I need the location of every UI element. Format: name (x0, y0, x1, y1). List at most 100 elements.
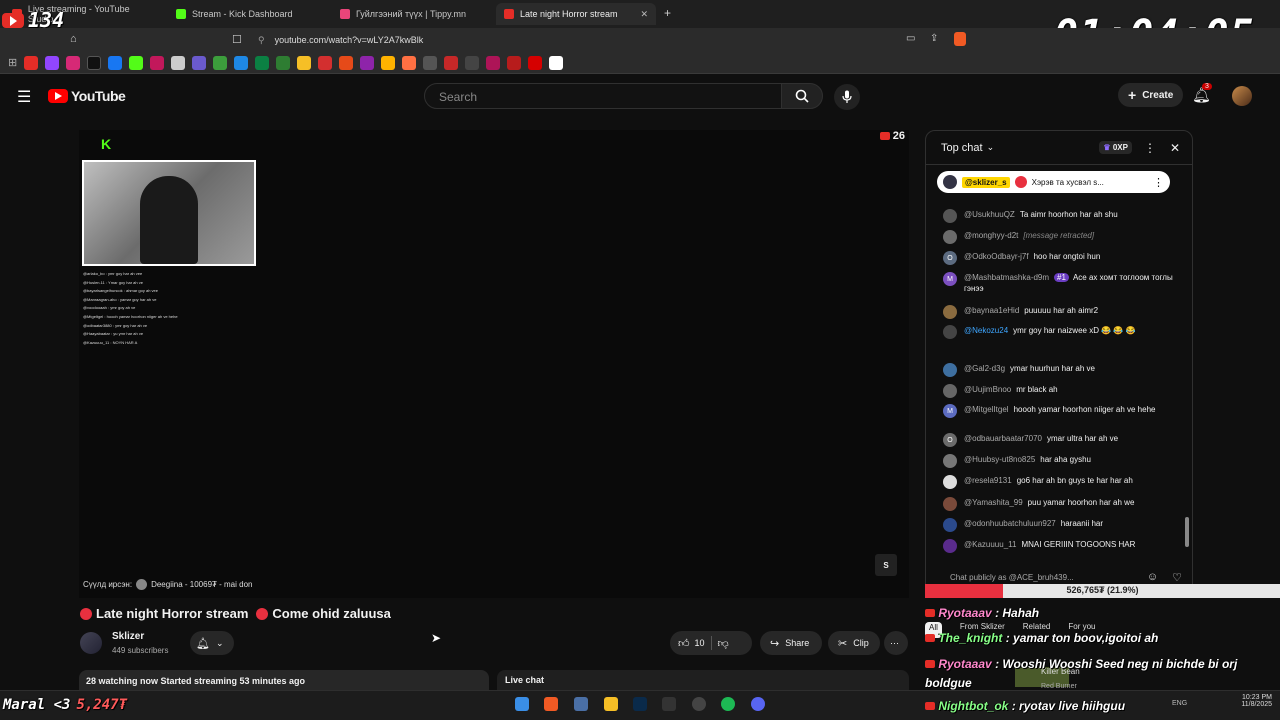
tab-tippy[interactable]: Гуйлгээний түүх | Tippy.mn (332, 3, 492, 25)
chat-scrollbar[interactable] (1184, 167, 1190, 557)
search-button[interactable] (781, 83, 823, 109)
bookmark-purple-icon[interactable] (360, 55, 375, 70)
chat-username[interactable]: @resela9131 (964, 476, 1012, 485)
tab-late-night-horror[interactable]: Late night Horror stream ✕ (496, 3, 656, 25)
bookmark-blue-icon[interactable] (234, 55, 249, 70)
xp-badge[interactable]: ♛ 0XP (1099, 141, 1132, 154)
close-tab-icon[interactable]: ✕ (640, 9, 648, 20)
heart-icon[interactable]: ♡ (1172, 571, 1182, 584)
like-button[interactable]: 👍︎ 10 (678, 637, 705, 650)
thumbs-down-icon[interactable]: 👎︎ (718, 637, 729, 650)
url-field[interactable]: ⚲ youtube.com/watch?v=wLY2A7kwBlk (250, 31, 910, 49)
bookmark-yellow-icon[interactable] (381, 55, 396, 70)
more-vertical-icon[interactable]: ⋮ (1144, 141, 1156, 155)
bookmark-green-icon[interactable] (255, 55, 270, 70)
share-button[interactable]: ↪ Share (760, 631, 822, 655)
bookmark-diamond-icon[interactable] (171, 55, 186, 70)
chat-username[interactable]: @Mashbatmashka-d9m (964, 273, 1049, 282)
thumbs-up-icon: 👍︎ (678, 637, 690, 650)
bookmark-facebook-icon[interactable] (108, 55, 123, 70)
chevron-down-icon[interactable]: ⌄ (987, 142, 995, 153)
bookmark-tiktok-icon[interactable] (87, 55, 102, 70)
new-tab-icon[interactable]: + (664, 6, 671, 20)
bookmark-dark-icon[interactable] (465, 55, 480, 70)
voice-search-button[interactable] (834, 84, 860, 110)
more-actions-button[interactable]: ⋯ (884, 631, 908, 655)
spotify-icon[interactable] (721, 697, 735, 711)
brave-shield-icon[interactable] (954, 32, 966, 46)
chat-username[interactable]: @Yamashita_99 (964, 498, 1023, 507)
like-count: 10 (694, 638, 705, 648)
system-clock[interactable]: 10:23 PM 11/8/2025 (1232, 694, 1272, 708)
bookmark-tippy-icon[interactable] (150, 55, 165, 70)
share-icon[interactable]: ⇪ (930, 33, 938, 44)
chat-username[interactable]: @UsukhuuQZ (964, 210, 1015, 219)
more-vertical-icon[interactable]: ⋮ (1153, 176, 1164, 189)
chat-username[interactable]: @odonhuubatchuluun927 (964, 519, 1056, 528)
channel-name[interactable]: Sklizer (112, 631, 144, 642)
bookmark-r-icon[interactable] (528, 55, 543, 70)
brave-taskbar-icon[interactable] (544, 697, 558, 711)
chat-input[interactable]: Chat publicly as @ACE_bruh439... (950, 573, 1074, 582)
chat-mode-selector[interactable]: Top chat (941, 142, 983, 154)
windows-start-icon[interactable] (515, 697, 529, 711)
video-player[interactable]: K @arlako_bo : ymr goy har ah vee @Husle… (79, 130, 909, 598)
menu-icon[interactable]: ☰ (17, 87, 31, 107)
bookmark-spotify-icon[interactable] (276, 55, 291, 70)
discord-icon[interactable] (751, 697, 765, 711)
youtube-icon (925, 702, 935, 710)
search-input[interactable]: Search (424, 83, 782, 109)
chat-username[interactable]: @MitgelItgel (964, 405, 1009, 414)
channel-avatar[interactable] (80, 632, 102, 654)
live-app-icon[interactable] (662, 697, 676, 711)
pinned-avatar (943, 175, 957, 189)
bookmark-orange-icon[interactable] (402, 55, 417, 70)
bookmark-pink-icon[interactable] (486, 55, 501, 70)
chat-username[interactable]: @Kazuuuu_11 (964, 540, 1016, 549)
live-chat-replay-bar[interactable]: Live chat (497, 670, 909, 690)
bookmark-red2-icon[interactable] (444, 55, 459, 70)
close-chat-icon[interactable]: ✕ (1170, 141, 1180, 155)
tab-kick-dashboard[interactable]: Stream - Kick Dashboard (168, 3, 328, 25)
subscription-bell-button[interactable]: 🔔︎ ⌄ (190, 631, 234, 655)
emoji-icon[interactable]: ☺ (1147, 571, 1158, 583)
file-explorer-icon[interactable] (604, 697, 618, 711)
bookmark-gray-icon[interactable] (423, 55, 438, 70)
bookmark-hd-icon[interactable] (339, 55, 354, 70)
language-indicator[interactable]: ENG (1172, 700, 1187, 707)
chat-username[interactable]: @Huubsy-ut8no825 (964, 455, 1035, 464)
chat-username[interactable]: @UujimBnoo (964, 385, 1011, 394)
cast-icon[interactable]: ▭ (906, 33, 915, 44)
notifications-button[interactable]: 🔔︎ 3 (1192, 83, 1212, 105)
home-icon[interactable]: ⌂ (70, 33, 77, 45)
bookmark-kick-icon[interactable] (129, 55, 144, 70)
chat-username[interactable]: @baynaa1eHid (964, 306, 1019, 315)
chat-username[interactable]: @monghyy-d2t (964, 231, 1018, 240)
bookmark-icon[interactable]: ☐ (232, 33, 242, 46)
create-button[interactable]: + Create (1118, 83, 1184, 107)
bookmark-grid-icon[interactable] (507, 55, 522, 70)
scrollbar-thumb[interactable] (1185, 517, 1189, 547)
app-taskbar-icon[interactable] (574, 697, 588, 711)
bookmark-twitch-icon[interactable] (45, 55, 60, 70)
clip-button[interactable]: ✂ Clip (828, 631, 880, 655)
chat-username[interactable]: @Nekozu24 (964, 326, 1008, 335)
donation-goal-bar: 526,765₮ (21.9%) (925, 584, 1280, 598)
obs-icon[interactable] (692, 697, 706, 711)
bookmark-youtube-icon[interactable] (24, 55, 39, 70)
youtube-logo[interactable]: YouTube (48, 88, 126, 104)
chat-username[interactable]: @OdkoOdbayr-j7f (964, 252, 1029, 261)
chat-username[interactable]: @odbauarbaatar7070 (964, 434, 1042, 443)
site-info-icon[interactable]: ⚲ (258, 35, 265, 46)
bookmark-download-icon[interactable] (213, 55, 228, 70)
pinned-message[interactable]: @sklizer_s Хэрэв та хусвэл s... ⋮ (937, 171, 1170, 193)
chat-username[interactable]: @Gal2-d3g (964, 364, 1005, 373)
account-avatar[interactable] (1232, 86, 1252, 106)
apps-icon[interactable]: ⊞ (8, 56, 17, 69)
bookmark-instagram-icon[interactable] (66, 55, 81, 70)
photoshop-icon[interactable] (633, 697, 647, 711)
bookmark-v-icon[interactable] (192, 55, 207, 70)
bookmark-c-icon[interactable] (549, 55, 564, 70)
bookmark-folder-icon[interactable] (297, 55, 312, 70)
bookmark-red-icon[interactable] (318, 55, 333, 70)
